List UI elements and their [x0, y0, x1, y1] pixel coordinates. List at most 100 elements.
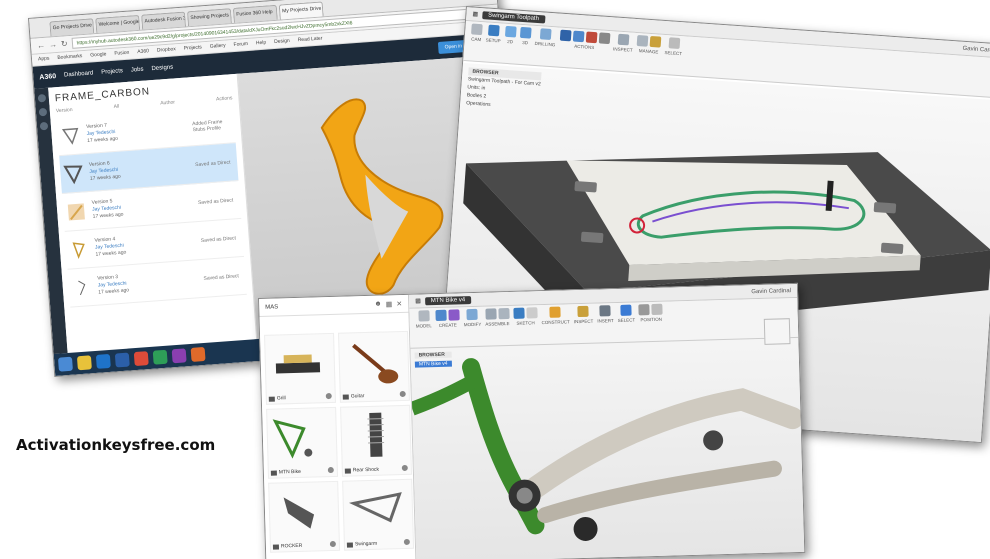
ribbon-group-drilling[interactable]: DRILLING — [533, 28, 556, 64]
fusion-doc-tab[interactable]: MTN Bike v4 — [424, 295, 472, 305]
card-label: Rear Shock — [352, 466, 380, 474]
a360-logo[interactable]: A360 — [39, 73, 56, 81]
version-label: Version 5 — [91, 198, 113, 206]
design-card[interactable]: Grill — [264, 332, 336, 405]
tree-item-selected[interactable]: MTN Bike v4 — [414, 360, 452, 368]
ribbon-group-inspect[interactable]: INSPECT — [612, 33, 634, 69]
ribbon-group-assemble[interactable]: ASSEMBLE — [485, 307, 510, 344]
ribbon-group-setup[interactable]: SETUP — [484, 24, 501, 60]
browser-tab[interactable]: Go Projects Drive - Win — [49, 18, 95, 37]
grid-icon[interactable]: ▦ — [386, 300, 393, 308]
ribbon-group-insert[interactable]: INSERT — [597, 305, 614, 340]
grid-menu-icon[interactable]: ▦ — [472, 10, 478, 17]
a360-nav-item[interactable]: Jobs — [131, 67, 144, 74]
bookmark-item[interactable]: Google — [90, 51, 107, 59]
design-card[interactable]: Guitar — [338, 330, 410, 403]
chrome-icon[interactable] — [133, 351, 149, 367]
history-icon[interactable] — [38, 107, 48, 117]
design-card[interactable]: Swingarm — [342, 478, 415, 551]
ribbon-group-2d[interactable]: 2D — [503, 25, 517, 62]
bookmark-item[interactable]: Gallery — [210, 43, 226, 51]
files-icon[interactable] — [37, 93, 47, 103]
ribbon-group-sketch[interactable]: SKETCH — [513, 307, 538, 343]
app-icon[interactable] — [152, 349, 168, 365]
browser-header[interactable]: BROWSER — [414, 351, 452, 359]
version-action: Saved as Direct — [197, 196, 234, 206]
info-icon[interactable] — [403, 538, 410, 546]
design-icon — [346, 541, 353, 548]
design-icon — [270, 470, 277, 476]
grid-menu-icon[interactable]: ▦ — [415, 297, 421, 304]
browser-tab[interactable]: Welcome | Google Docs — [95, 14, 141, 34]
version-info: Version 3 Jay Tedeschi 17 weeks ago — [97, 268, 199, 296]
fusion-model-window: MAS ☻ ▦ ✕ Grill Guitar MTN Bike Rear Sho… — [258, 282, 806, 559]
ribbon-group-position[interactable]: POSITION — [638, 303, 664, 340]
bookmark-item[interactable]: Bookmarks — [57, 53, 82, 62]
ribbon-group-create[interactable]: CREATE — [435, 309, 460, 345]
user-name[interactable]: Gavin Cardinal — [962, 45, 990, 54]
version-label: Version 3 — [97, 274, 119, 282]
design-icon — [342, 394, 349, 400]
onenote-icon[interactable] — [171, 348, 187, 364]
version-info: Version 6 Jay Tedeschi 17 weeks ago — [89, 155, 191, 183]
ribbon-group-select[interactable]: SELECT — [663, 37, 683, 73]
version-thumbnail — [59, 124, 83, 148]
project-name[interactable]: MAS — [265, 304, 278, 310]
a360-nav-item[interactable]: Dashboard — [64, 70, 94, 78]
bookmark-item[interactable]: Projects — [184, 44, 203, 52]
browser-tab[interactable]: Fusion 360 Help — [232, 4, 278, 23]
explorer-icon[interactable] — [76, 355, 92, 371]
sort-filter[interactable]: All — [113, 104, 119, 110]
info-icon[interactable] — [399, 390, 406, 398]
bookmark-item[interactable]: Dropbox — [157, 46, 176, 54]
design-icon — [344, 467, 351, 474]
outlook-icon[interactable] — [95, 353, 111, 369]
info-icon[interactable] — [327, 466, 334, 474]
design-icon — [268, 396, 275, 402]
bookmark-item[interactable]: Design — [274, 38, 290, 46]
bookmark-item[interactable]: A360 — [137, 48, 149, 56]
user-name[interactable]: Gavin Cardinal — [751, 288, 791, 295]
ribbon-group-manage[interactable]: MANAGE — [635, 35, 662, 72]
user-icon[interactable]: ☻ — [374, 300, 382, 308]
a360-nav-item[interactable]: Projects — [101, 68, 123, 76]
ribbon-group-select[interactable]: SELECT — [617, 304, 635, 339]
lync-icon[interactable] — [114, 352, 130, 368]
ribbon-group-3d[interactable]: 3D — [518, 26, 532, 63]
bookmark-item[interactable]: Apps — [38, 56, 50, 64]
browser-tab[interactable]: Autodesk Fusion 360 — [141, 11, 187, 30]
comments-icon[interactable] — [39, 121, 49, 131]
powerpoint-icon[interactable] — [190, 346, 206, 362]
a360-nav-item[interactable]: Designs — [151, 65, 173, 73]
info-icon[interactable] — [325, 392, 332, 400]
close-icon[interactable]: ✕ — [396, 299, 402, 307]
bookmark-item[interactable]: Read Later — [298, 35, 323, 44]
reload-icon[interactable]: ↻ — [61, 39, 68, 48]
version-info: Version 4 Jay Tedeschi 17 weeks ago — [94, 230, 196, 258]
design-card[interactable]: Rear Shock — [340, 404, 412, 477]
workspace-switcher[interactable]: CAM — [469, 23, 483, 59]
ribbon-group-actions[interactable]: ACTIONS — [558, 29, 611, 68]
start-icon[interactable] — [57, 356, 73, 372]
design-card[interactable]: ROCKER — [268, 480, 341, 553]
ribbon-group-construct[interactable]: CONSTRUCT — [541, 306, 570, 342]
browser-tab[interactable]: Showing Projects — [186, 8, 232, 27]
card-label: Grill — [276, 395, 286, 402]
workspace-switcher[interactable]: MODEL — [415, 310, 432, 345]
ribbon-group-inspect[interactable]: INSPECT — [573, 305, 593, 342]
bike-frame-model[interactable] — [410, 338, 805, 559]
ribbon-group-modify[interactable]: MODIFY — [463, 308, 481, 344]
design-card[interactable]: MTN Bike — [266, 406, 339, 479]
viewcube[interactable] — [763, 318, 791, 345]
browser-tab-active[interactable]: My Projects Drive - My Tab — [278, 1, 324, 20]
cam-doc-tab[interactable]: Swingarm Toolpath — [481, 10, 546, 24]
forward-icon[interactable]: → — [49, 39, 58, 49]
info-icon[interactable] — [401, 464, 408, 472]
back-icon[interactable]: ← — [37, 40, 46, 50]
bookmark-item[interactable]: Help — [256, 40, 267, 48]
version-action: Saved as Direct — [194, 159, 231, 168]
info-icon[interactable] — [329, 540, 336, 548]
bookmark-item[interactable]: Fusion — [114, 50, 129, 58]
version-panel: FRAME_CARBON Version All Author Actions … — [48, 73, 258, 353]
bookmark-item[interactable]: Forum — [233, 41, 248, 49]
